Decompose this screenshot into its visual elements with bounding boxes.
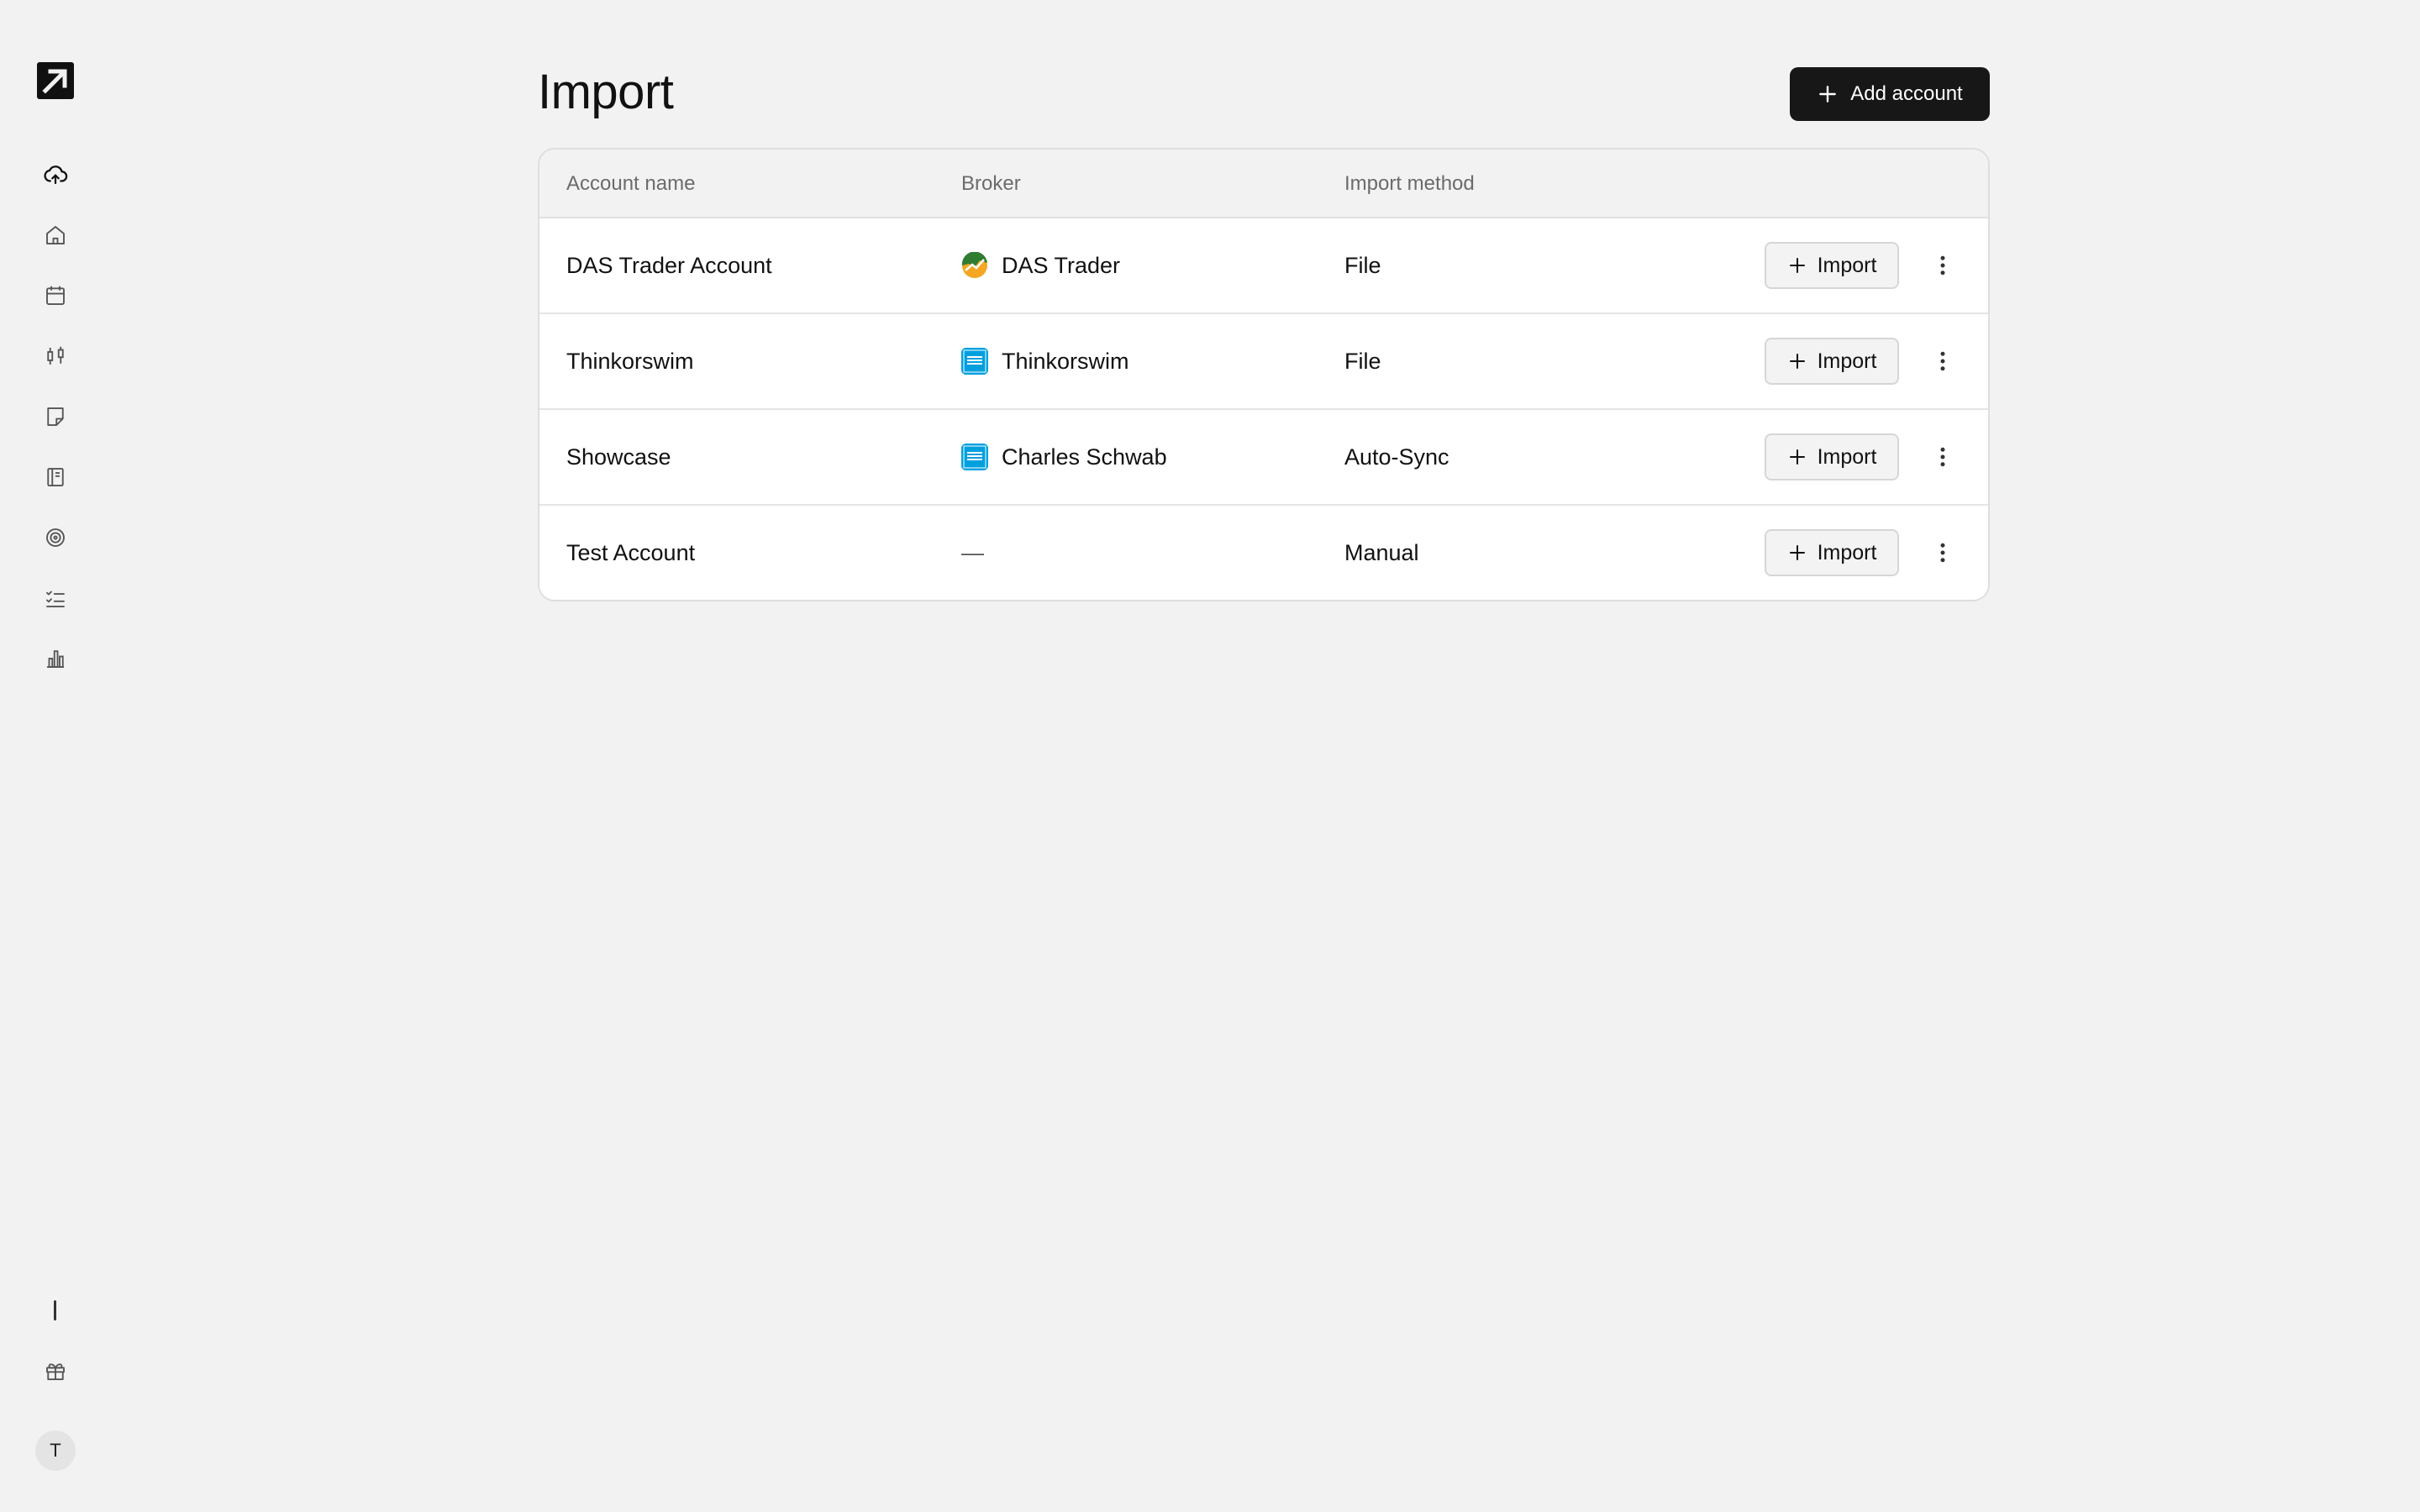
more-options-button[interactable] [1924, 247, 1961, 284]
sidebar-item-calendar[interactable] [37, 277, 74, 314]
import-button-label: Import [1817, 540, 1877, 564]
sidebar-item-gift[interactable] [37, 1352, 74, 1389]
table-row: Showcase Charles Schwab Auto-Sync Import [539, 410, 1988, 506]
column-header-broker: Broker [961, 172, 1021, 195]
vertical-dots-icon [1940, 255, 1945, 276]
page-title: Import [538, 65, 674, 119]
plus-icon [1789, 449, 1805, 465]
sidebar-divider [54, 1300, 56, 1320]
calendar-icon [46, 286, 65, 305]
sidebar-item-trades[interactable] [37, 338, 74, 375]
das-trader-logo-icon [961, 252, 988, 279]
sidebar-item-notebook[interactable] [37, 459, 74, 496]
vertical-dots-icon [1940, 447, 1945, 467]
import-button[interactable]: Import [1765, 529, 1899, 576]
sidebar-item-notes[interactable] [37, 398, 74, 435]
table-header: Account name Broker Import method [539, 150, 1988, 218]
add-account-button[interactable]: Add account [1790, 67, 1990, 121]
schwab-logo-icon [961, 348, 988, 375]
account-name: Test Account [566, 539, 696, 565]
sidebar-item-home[interactable] [37, 217, 74, 254]
notebook-icon [47, 468, 64, 486]
plus-icon [1819, 86, 1837, 102]
import-button[interactable]: Import [1765, 433, 1899, 480]
avatar-initial: T [50, 1440, 61, 1461]
plus-icon [1789, 354, 1805, 369]
import-button[interactable]: Import [1765, 242, 1899, 289]
table-row: Thinkorswim Thinkorswim File Import [539, 314, 1988, 410]
vertical-dots-icon [1940, 351, 1945, 371]
checklist-icon [46, 591, 65, 607]
more-options-button[interactable] [1924, 534, 1961, 571]
import-button[interactable]: Import [1765, 338, 1899, 385]
import-method: Auto-Sync [1344, 444, 1449, 470]
broker-cell: Thinkorswim [961, 314, 1129, 408]
broker-cell: Charles Schwab [961, 410, 1167, 504]
app-logo[interactable] [37, 62, 74, 99]
sidebar-item-goals[interactable] [37, 519, 74, 556]
table-row: Test Account — Manual Import [539, 506, 1988, 600]
import-button-label: Import [1817, 253, 1877, 277]
note-icon [47, 407, 64, 426]
candlestick-icon [47, 346, 64, 365]
import-method: Manual [1344, 539, 1419, 565]
target-icon [46, 528, 65, 547]
schwab-logo-icon [961, 444, 988, 470]
broker-name: — [961, 539, 984, 565]
sidebar-item-checklist[interactable] [37, 580, 74, 617]
broker-name: DAS Trader [1002, 252, 1121, 278]
more-options-button[interactable] [1924, 343, 1961, 380]
table-row: DAS Trader Account DAS Trader File Impor… [539, 218, 1988, 314]
account-name: Showcase [566, 444, 671, 470]
plus-icon [1789, 545, 1805, 560]
import-method: File [1344, 252, 1381, 278]
cloud-upload-icon [44, 165, 68, 185]
more-options-button[interactable] [1924, 438, 1961, 475]
plus-icon [1789, 258, 1805, 273]
sidebar-item-reports[interactable] [37, 640, 74, 677]
home-icon [46, 226, 65, 244]
account-name: DAS Trader Account [566, 252, 772, 278]
sidebar: T [0, 0, 111, 1512]
broker-name: Charles Schwab [1002, 444, 1167, 470]
vertical-dots-icon [1940, 543, 1945, 563]
avatar[interactable]: T [35, 1431, 76, 1471]
gift-icon [46, 1363, 65, 1380]
broker-cell: — [961, 506, 984, 600]
import-button-label: Import [1817, 349, 1877, 373]
column-header-account-name: Account name [566, 172, 696, 195]
column-header-import-method: Import method [1344, 172, 1475, 195]
broker-cell: DAS Trader [961, 218, 1120, 312]
accounts-table: Account name Broker Import method DAS Tr… [538, 148, 1990, 601]
add-account-label: Add account [1850, 82, 1963, 105]
broker-name: Thinkorswim [1002, 348, 1129, 374]
sidebar-item-import[interactable] [37, 156, 74, 193]
account-name: Thinkorswim [566, 348, 694, 374]
import-button-label: Import [1817, 444, 1877, 469]
logo-arrow-icon [37, 62, 74, 99]
import-method: File [1344, 348, 1381, 374]
bar-chart-icon [47, 650, 64, 668]
